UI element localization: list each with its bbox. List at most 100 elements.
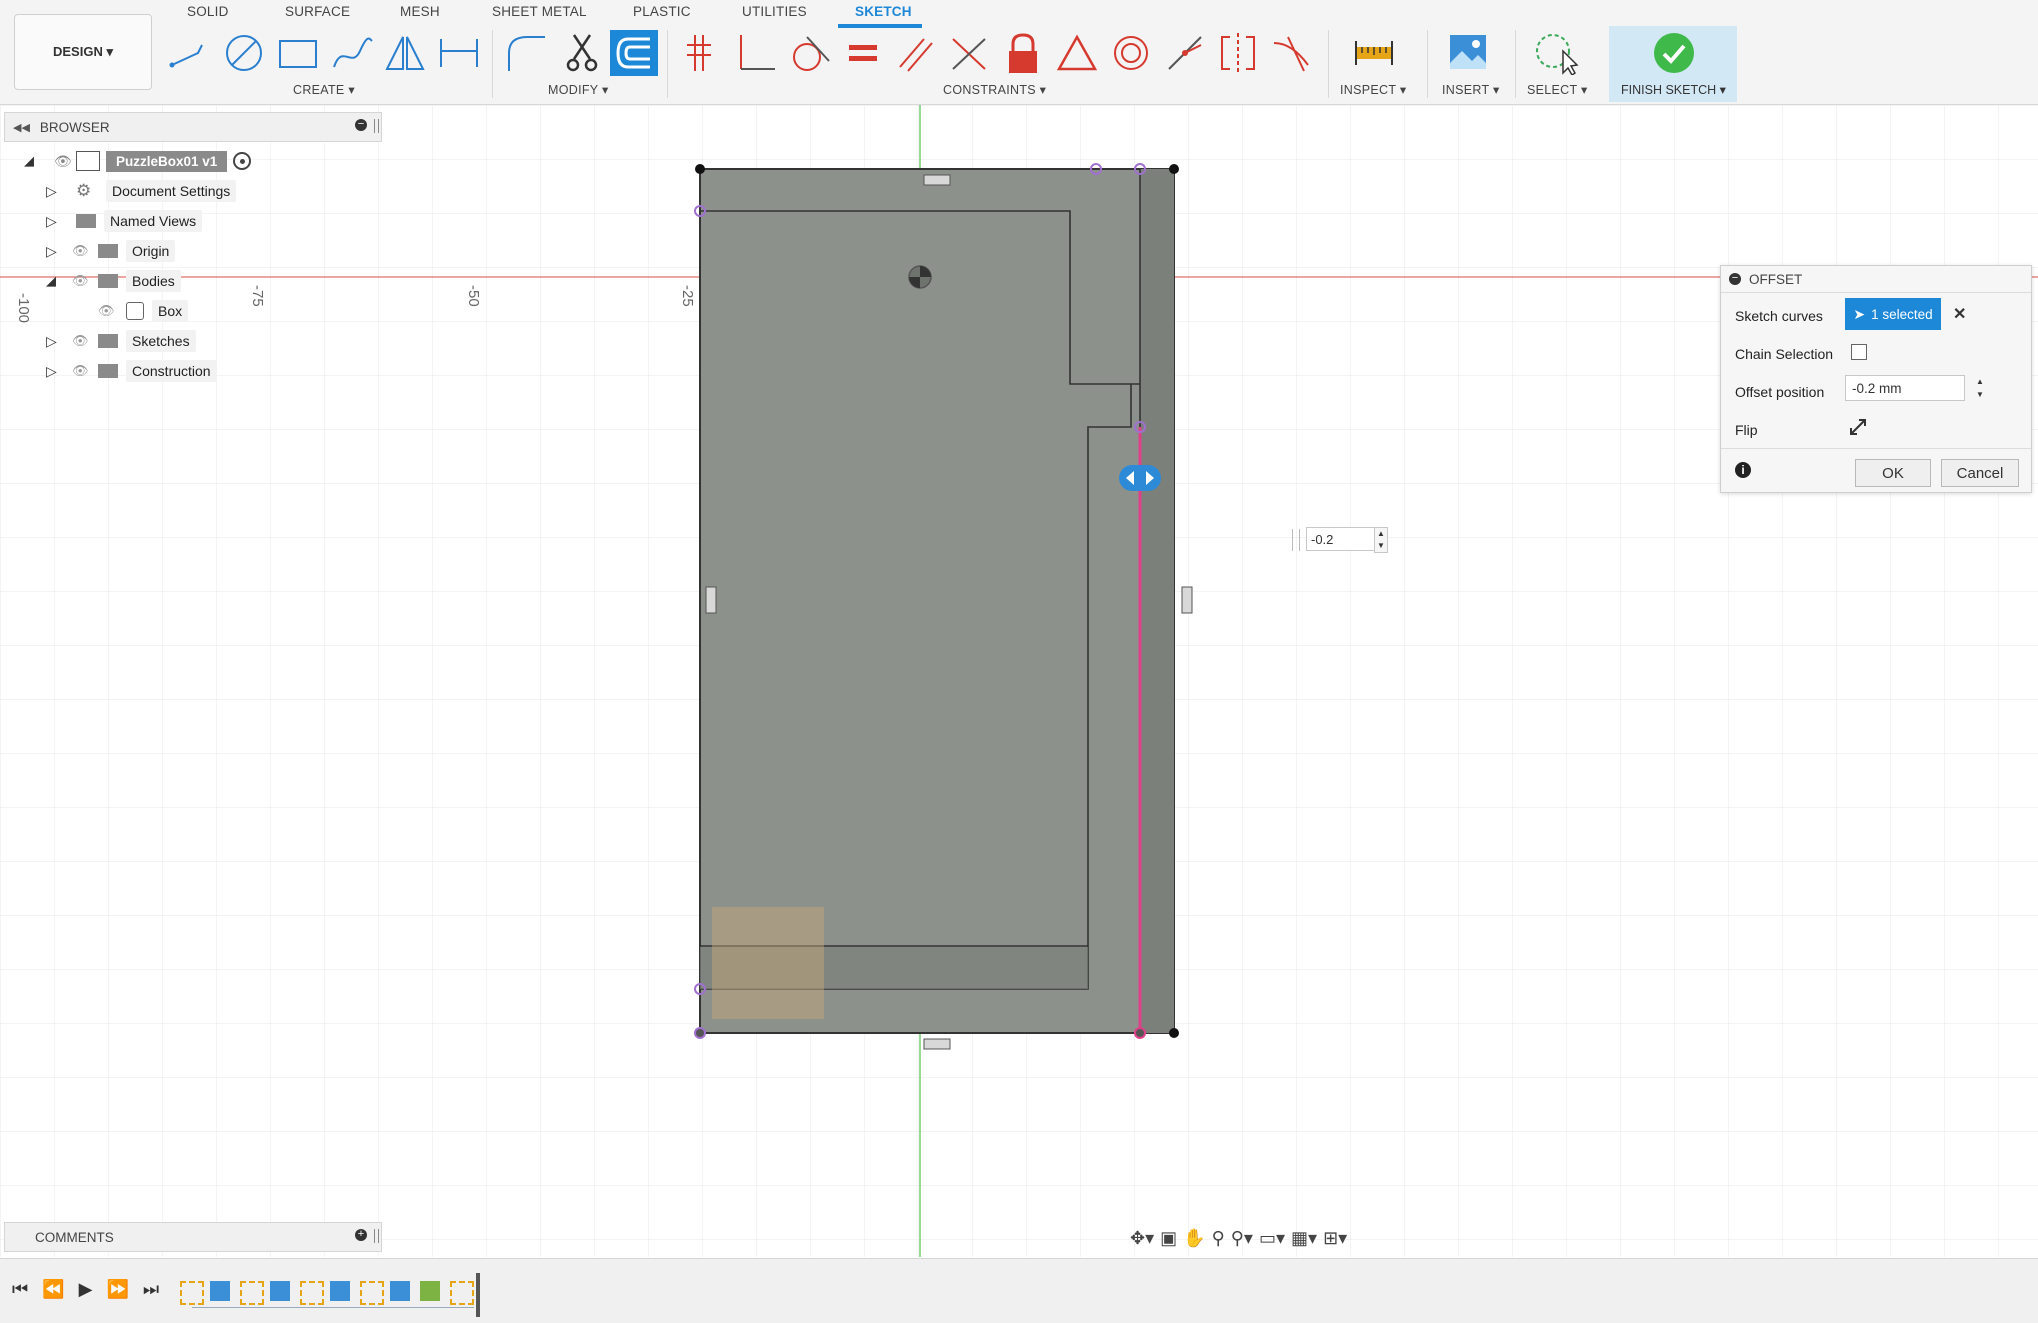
pan-hand-icon[interactable]: ✋ [1183, 1228, 1205, 1249]
parallel-constraint[interactable] [891, 28, 941, 78]
circle-tool[interactable] [219, 28, 269, 78]
offset-drag-handle[interactable] [1119, 465, 1161, 491]
spline-tool[interactable] [327, 28, 377, 78]
tab-mesh[interactable]: MESH [400, 4, 440, 19]
offset-tool[interactable] [610, 30, 658, 76]
corner-point[interactable] [694, 1027, 706, 1039]
endpoint[interactable] [1134, 1027, 1146, 1039]
tree-item-bodies[interactable]: ◢ 👁 Bodies [46, 267, 181, 295]
eye-icon[interactable]: 👁 [72, 333, 92, 349]
tree-item-label[interactable]: Origin [126, 240, 176, 262]
tab-utilities[interactable]: UTILITIES [742, 4, 807, 19]
inline-offset-input[interactable] [1306, 527, 1378, 551]
fillet-tool[interactable] [502, 28, 552, 78]
tree-item-origin[interactable]: ▷ 👁 Origin [46, 237, 176, 265]
curvature-constraint[interactable] [1267, 28, 1317, 78]
collapsed-triangle-icon[interactable]: ▷ [46, 213, 60, 230]
ok-button[interactable]: OK [1855, 459, 1931, 487]
constraints-menu[interactable]: CONSTRAINTS ▾ [943, 82, 1046, 97]
eye-icon[interactable]: 👁 [98, 303, 118, 319]
timeline-marker[interactable] [476, 1273, 480, 1317]
tab-sheet-metal[interactable]: SHEET METAL [492, 4, 587, 19]
orbit-icon[interactable]: ✥▾ [1130, 1228, 1154, 1249]
perpendicular-constraint[interactable] [730, 28, 780, 78]
equal-constraint[interactable] [838, 28, 888, 78]
extrude-feature-icon[interactable] [330, 1281, 350, 1301]
workspace-switcher[interactable]: DESIGN ▾ [14, 14, 152, 90]
vertical-constraint-icon[interactable] [1181, 586, 1193, 614]
rectangle-tool[interactable] [273, 28, 323, 78]
tree-item-named-views[interactable]: ▷ Named Views [46, 207, 203, 235]
minimize-icon[interactable]: − [355, 119, 367, 131]
tab-sketch[interactable]: SKETCH [855, 4, 912, 19]
sketch-feature-icon[interactable] [300, 1281, 324, 1305]
vertical-constraint-icon[interactable] [705, 586, 717, 614]
select-menu[interactable]: SELECT ▾ [1527, 82, 1588, 97]
expanded-triangle-icon[interactable]: ◢ [46, 273, 60, 289]
horizontal-constraint-icon[interactable] [923, 1038, 951, 1050]
line-tool[interactable] [165, 28, 215, 78]
finish-sketch-button[interactable]: FINISH SKETCH ▾ [1609, 26, 1737, 102]
tree-item-label[interactable]: Named Views [104, 210, 203, 232]
extrude-feature-icon[interactable] [390, 1281, 410, 1301]
select-tool[interactable] [1532, 28, 1582, 78]
insert-image-tool[interactable] [1443, 28, 1493, 78]
collapse-panel-icon[interactable]: ◀◀ [13, 121, 30, 134]
eye-icon[interactable]: 👁 [72, 363, 92, 379]
tree-item-sketches[interactable]: ▷ 👁 Sketches [46, 327, 196, 355]
tab-plastic[interactable]: PLASTIC [633, 4, 691, 19]
tree-item-box[interactable]: 👁 Box [98, 297, 189, 325]
collapsed-triangle-icon[interactable]: ▷ [46, 183, 60, 200]
go-to-end-icon[interactable]: ⏭ [143, 1279, 159, 1300]
zoom-icon[interactable]: ⚲ [1212, 1228, 1225, 1249]
offset-position-spinner[interactable]: ▲ ▼ [1973, 375, 1987, 401]
viewports-icon[interactable]: ⊞▾ [1323, 1228, 1347, 1249]
eye-icon[interactable]: 👁 [72, 273, 92, 289]
tree-item-label[interactable]: Box [152, 300, 189, 322]
chain-selection-checkbox[interactable] [1851, 344, 1867, 360]
tree-item-construction[interactable]: ▷ 👁 Construction [46, 357, 217, 385]
clear-selection-icon[interactable]: ✕ [1953, 304, 1966, 324]
tree-item-label[interactable]: Document Settings [106, 180, 237, 202]
play-icon[interactable]: ▶ [79, 1279, 93, 1300]
tree-root[interactable]: ◢ 👁 PuzzleBox01 v1 [24, 147, 252, 175]
sketch-feature-icon[interactable] [450, 1281, 474, 1305]
sketch-feature-icon[interactable] [180, 1281, 204, 1305]
corner-point[interactable] [1169, 1028, 1179, 1038]
comments-panel[interactable]: COMMENTS + [4, 1222, 382, 1252]
insert-menu[interactable]: INSERT ▾ [1442, 82, 1500, 97]
symmetry-constraint[interactable] [1213, 28, 1263, 78]
extrude-feature-icon[interactable] [270, 1281, 290, 1301]
eye-icon[interactable]: 👁 [54, 153, 74, 170]
horizontal-constraint-icon[interactable] [923, 174, 951, 186]
mirror-tool[interactable] [380, 28, 430, 78]
step-forward-icon[interactable]: ⏩ [106, 1279, 128, 1300]
look-at-icon[interactable]: ▣ [1160, 1228, 1177, 1249]
root-component-label[interactable]: PuzzleBox01 v1 [106, 150, 228, 172]
tab-surface[interactable]: SURFACE [285, 4, 350, 19]
browser-header[interactable]: ◀◀ BROWSER − [4, 112, 382, 142]
corner-point[interactable] [1169, 164, 1179, 174]
inline-offset-spinner[interactable]: ▲ ▼ [1374, 527, 1388, 553]
cancel-button[interactable]: Cancel [1941, 459, 2019, 487]
tree-item-label[interactable]: Bodies [126, 270, 181, 292]
collapsed-triangle-icon[interactable]: ▷ [46, 363, 60, 380]
sketch-profile[interactable] [699, 168, 1175, 1034]
flip-icon[interactable] [1849, 418, 1867, 436]
sketch-feature-icon[interactable] [360, 1281, 384, 1305]
collapsed-triangle-icon[interactable]: ▷ [46, 333, 60, 350]
add-comment-icon[interactable]: + [355, 1229, 367, 1241]
tree-item-label[interactable]: Construction [126, 360, 217, 382]
panel-resize-handle[interactable] [374, 1229, 379, 1243]
eye-icon[interactable]: 👁 [72, 243, 92, 259]
tree-item-document-settings[interactable]: ▷ ⚙ Document Settings [46, 177, 237, 205]
grid-settings-icon[interactable]: ▦▾ [1291, 1228, 1317, 1249]
perpendicular-lines-constraint[interactable] [944, 28, 994, 78]
go-to-start-icon[interactable]: ⏮ [12, 1279, 28, 1300]
tangent-constraint[interactable] [784, 28, 834, 78]
create-menu[interactable]: CREATE ▾ [293, 82, 355, 97]
dimension-tool[interactable] [434, 28, 484, 78]
sketch-curves-selection[interactable]: ➤ 1 selected [1845, 298, 1941, 330]
panel-resize-handle[interactable] [374, 119, 379, 133]
zoom-window-icon[interactable]: ⚲▾ [1231, 1228, 1253, 1249]
